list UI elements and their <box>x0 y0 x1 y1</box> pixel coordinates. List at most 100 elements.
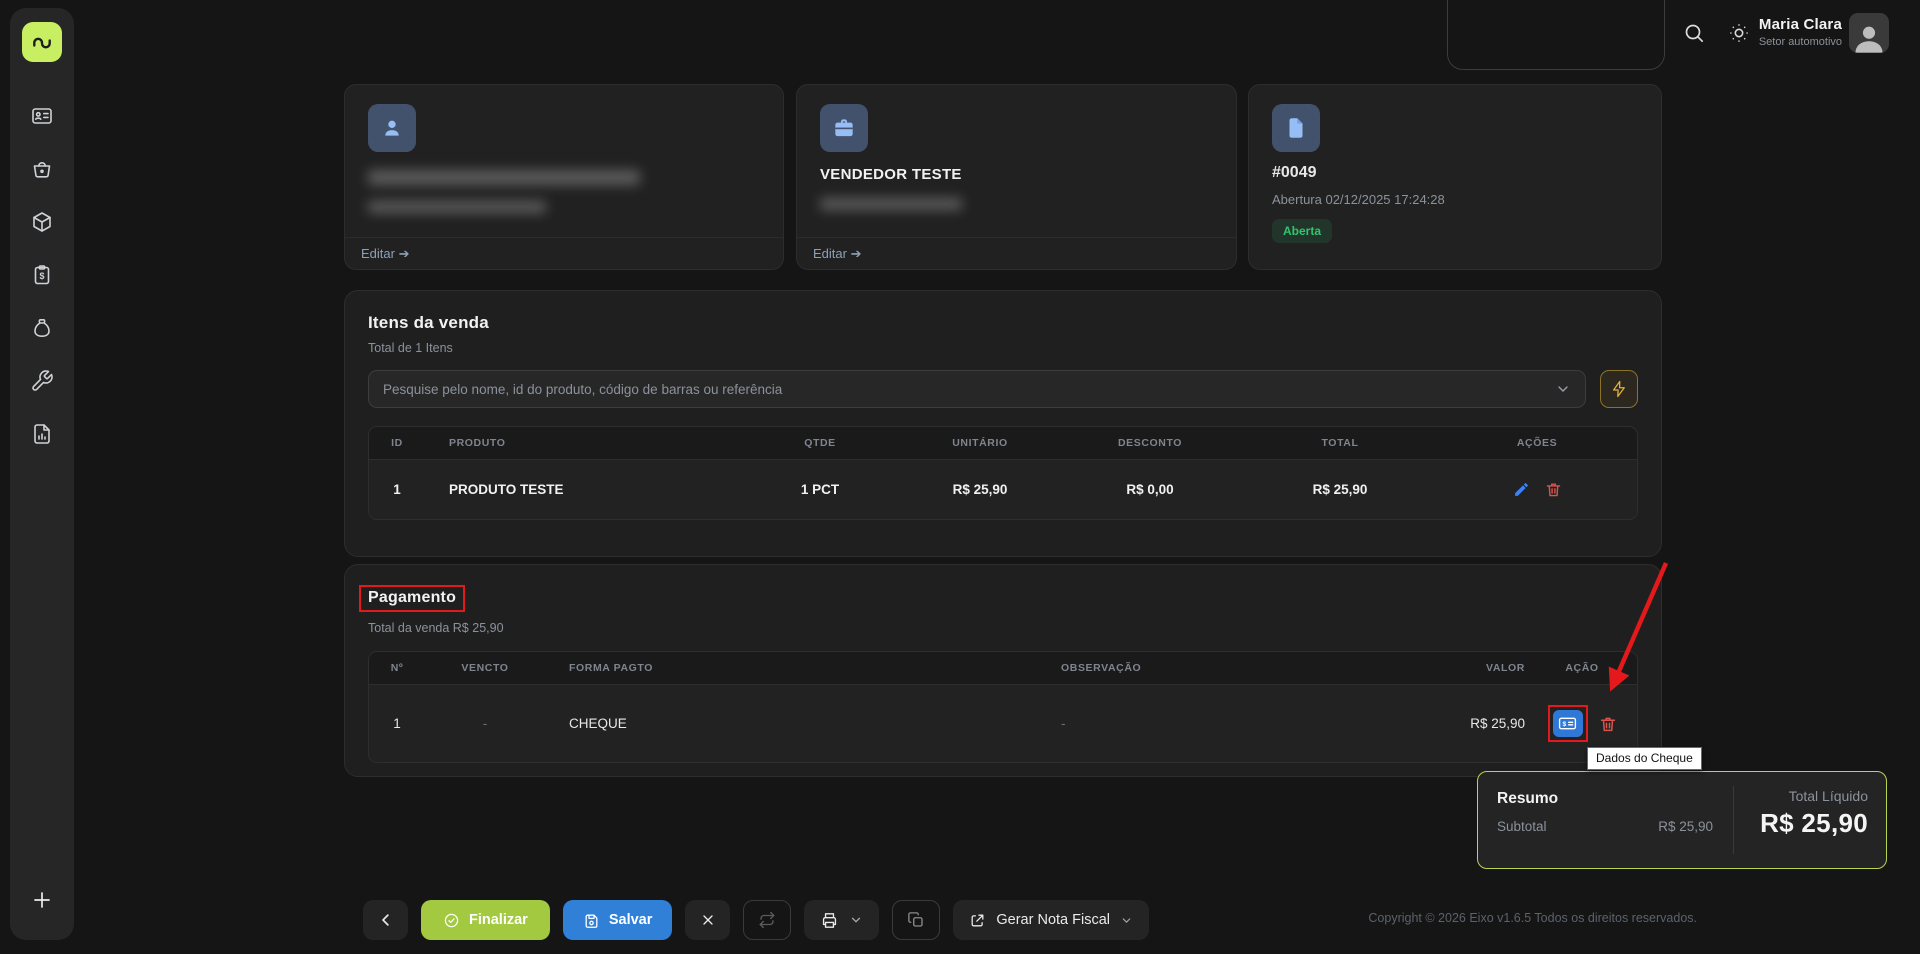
customer-card: Editar ➔ <box>344 84 784 270</box>
repeat-icon <box>758 911 776 929</box>
repeat-button[interactable] <box>743 900 791 940</box>
wrench-icon[interactable] <box>30 369 54 393</box>
save-icon <box>583 912 600 929</box>
id-card-icon[interactable] <box>30 104 54 128</box>
summary-total-label: Total Líquido <box>1734 788 1868 804</box>
pay-forma: CHEQUE <box>545 696 1045 751</box>
pay-numero: 1 <box>369 696 425 751</box>
payment-panel: Pagamento Total da venda R$ 25,90 Nº VEN… <box>344 564 1662 777</box>
salvar-label: Salvar <box>609 912 653 928</box>
briefcase-icon <box>820 104 868 152</box>
redacted-customer-detail <box>368 201 546 213</box>
chevron-down-icon <box>1120 914 1133 927</box>
edit-item-icon[interactable] <box>1513 481 1530 498</box>
app-window: $ <box>0 0 1920 954</box>
person-icon <box>368 104 416 152</box>
pay-col-forma: FORMA PAGTO <box>545 652 1045 684</box>
tooltip-dados-do-cheque: Dados do Cheque <box>1587 747 1702 770</box>
items-panel: Itens da venda Total de 1 Itens Pesquise… <box>344 290 1662 557</box>
order-number: #0049 <box>1272 164 1638 182</box>
payment-table: Nº VENCTO FORMA PAGTO OBSERVAÇÃO VALOR A… <box>368 651 1638 763</box>
items-col-qtde: QTDE <box>735 427 905 459</box>
quick-add-button[interactable] <box>1600 370 1638 408</box>
printer-icon <box>820 911 839 930</box>
summary-subtotal-label: Subtotal <box>1497 819 1547 834</box>
items-col-acoes: AÇÕES <box>1435 427 1638 459</box>
clipboard-dollar-icon[interactable]: $ <box>30 263 54 287</box>
report-file-icon[interactable] <box>30 422 54 446</box>
copy-button[interactable] <box>892 900 940 940</box>
theme-brightness-icon[interactable] <box>1728 22 1750 44</box>
product-search-input[interactable]: Pesquise pelo nome, id do produto, códig… <box>368 370 1586 408</box>
seller-card: VENDEDOR TESTE Editar ➔ <box>796 84 1237 270</box>
chevron-down-icon <box>1555 381 1571 397</box>
external-link-icon <box>969 912 986 929</box>
chevron-left-icon <box>377 911 395 929</box>
copy-icon <box>907 911 925 929</box>
item-desconto: R$ 0,00 <box>1055 461 1245 518</box>
money-bag-icon[interactable] <box>30 316 54 340</box>
items-title: Itens da venda <box>368 313 1638 333</box>
user-name: Maria Clara <box>1759 16 1842 33</box>
app-logo[interactable] <box>22 22 62 62</box>
cancel-button[interactable] <box>685 900 730 940</box>
sidebar: $ <box>10 8 74 940</box>
items-col-desconto: DESCONTO <box>1055 427 1245 459</box>
items-table-row: 1 PRODUTO TESTE 1 PCT R$ 25,90 R$ 0,00 R… <box>369 460 1637 519</box>
check-circle-icon <box>443 912 460 929</box>
svg-text:$: $ <box>1562 721 1566 728</box>
payment-title: Pagamento <box>368 589 456 606</box>
pay-observacao: - <box>1045 696 1375 751</box>
copyright-text: Copyright © 2026 Eixo v1.6.5 Todos os di… <box>1368 911 1697 925</box>
gerar-nota-fiscal-button[interactable]: Gerar Nota Fiscal <box>953 900 1149 940</box>
chevron-down-icon <box>849 913 863 927</box>
pay-vencto: - <box>425 696 545 751</box>
back-button[interactable] <box>363 900 408 940</box>
sidebar-add-button[interactable] <box>10 888 74 912</box>
customer-edit-link[interactable]: Editar ➔ <box>361 246 409 262</box>
item-produto: PRODUTO TESTE <box>425 461 735 518</box>
search-icon[interactable] <box>1682 21 1706 45</box>
seller-name: VENDEDOR TESTE <box>820 166 1213 183</box>
cheque-icon: $ <box>1558 716 1577 731</box>
product-search-placeholder: Pesquise pelo nome, id do produto, códig… <box>383 382 1555 397</box>
items-col-id: ID <box>369 427 425 459</box>
order-card: #0049 Abertura 02/12/2025 17:24:28 Abert… <box>1248 84 1662 270</box>
pay-col-valor: VALOR <box>1375 652 1525 684</box>
items-col-unitario: UNITÁRIO <box>905 427 1055 459</box>
finalizar-button[interactable]: Finalizar <box>421 900 550 940</box>
summary-title: Resumo <box>1497 790 1713 808</box>
print-button[interactable] <box>804 900 879 940</box>
summary-total-value: R$ 25,90 <box>1734 808 1868 839</box>
annotation-red-box-title: Pagamento <box>359 585 465 612</box>
items-col-produto: PRODUTO <box>425 427 735 459</box>
pay-col-vencto: VENCTO <box>425 652 545 684</box>
pay-col-numero: Nº <box>369 652 425 684</box>
payment-table-row: 1 - CHEQUE - R$ 25,90 $ <box>369 685 1637 762</box>
item-qtde: 1 PCT <box>735 461 905 518</box>
cheque-details-button[interactable]: $ <box>1553 710 1583 737</box>
salvar-button[interactable]: Salvar <box>563 900 673 940</box>
pay-col-acao: AÇÃO <box>1525 652 1638 684</box>
delete-payment-icon[interactable] <box>1599 715 1617 733</box>
scrolled-element-edge <box>1447 0 1665 70</box>
redacted-customer-name <box>368 170 640 185</box>
avatar[interactable] <box>1849 13 1889 53</box>
finalizar-label: Finalizar <box>469 912 528 928</box>
pay-valor: R$ 25,90 <box>1375 696 1525 751</box>
order-status-badge: Aberta <box>1272 219 1332 243</box>
items-col-total: TOTAL <box>1245 427 1435 459</box>
seller-edit-link[interactable]: Editar ➔ <box>813 246 861 262</box>
package-icon[interactable] <box>30 210 54 234</box>
basket-icon[interactable] <box>30 157 54 181</box>
delete-item-icon[interactable] <box>1545 481 1562 498</box>
order-opened-at: Abertura 02/12/2025 17:24:28 <box>1272 192 1638 207</box>
summary-subtotal-value: R$ 25,90 <box>1658 819 1713 834</box>
annotation-red-box-button: $ <box>1548 705 1588 742</box>
user-role: Setor automotivo <box>1759 36 1842 48</box>
bottom-toolbar: Finalizar Salvar <box>363 900 1149 940</box>
item-total: R$ 25,90 <box>1245 461 1435 518</box>
item-unitario: R$ 25,90 <box>905 461 1055 518</box>
gerar-nota-label: Gerar Nota Fiscal <box>996 912 1110 928</box>
lightning-icon <box>1610 380 1628 398</box>
